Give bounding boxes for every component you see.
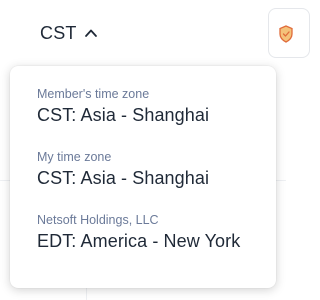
tz-caption: My time zone (37, 150, 112, 164)
user-avatar[interactable] (268, 8, 310, 58)
tz-section-mine: My time zone CST: Asia - Shanghai (37, 149, 276, 190)
tz-section-member: Member's time zone CST: Asia - Shanghai (37, 86, 276, 127)
tz-section-organization: Netsoft Holdings, LLC EDT: America - New… (37, 212, 276, 253)
chevron-up-icon (84, 26, 98, 40)
tz-value: EDT: America - New York (37, 231, 241, 251)
tz-value: CST: Asia - Shanghai (37, 168, 210, 188)
timezone-toggle-label: CST (40, 22, 77, 43)
tz-caption: Netsoft Holdings, LLC (37, 213, 159, 227)
shield-icon (279, 25, 293, 43)
timezone-dropdown: Member's time zone CST: Asia - Shanghai … (10, 66, 276, 288)
timezone-view: CST Member's time zone CST: Asia - Shang… (0, 0, 310, 300)
timezone-toggle[interactable]: CST (40, 20, 98, 46)
tz-value: CST: Asia - Shanghai (37, 105, 210, 125)
tz-caption: Member's time zone (37, 87, 150, 101)
